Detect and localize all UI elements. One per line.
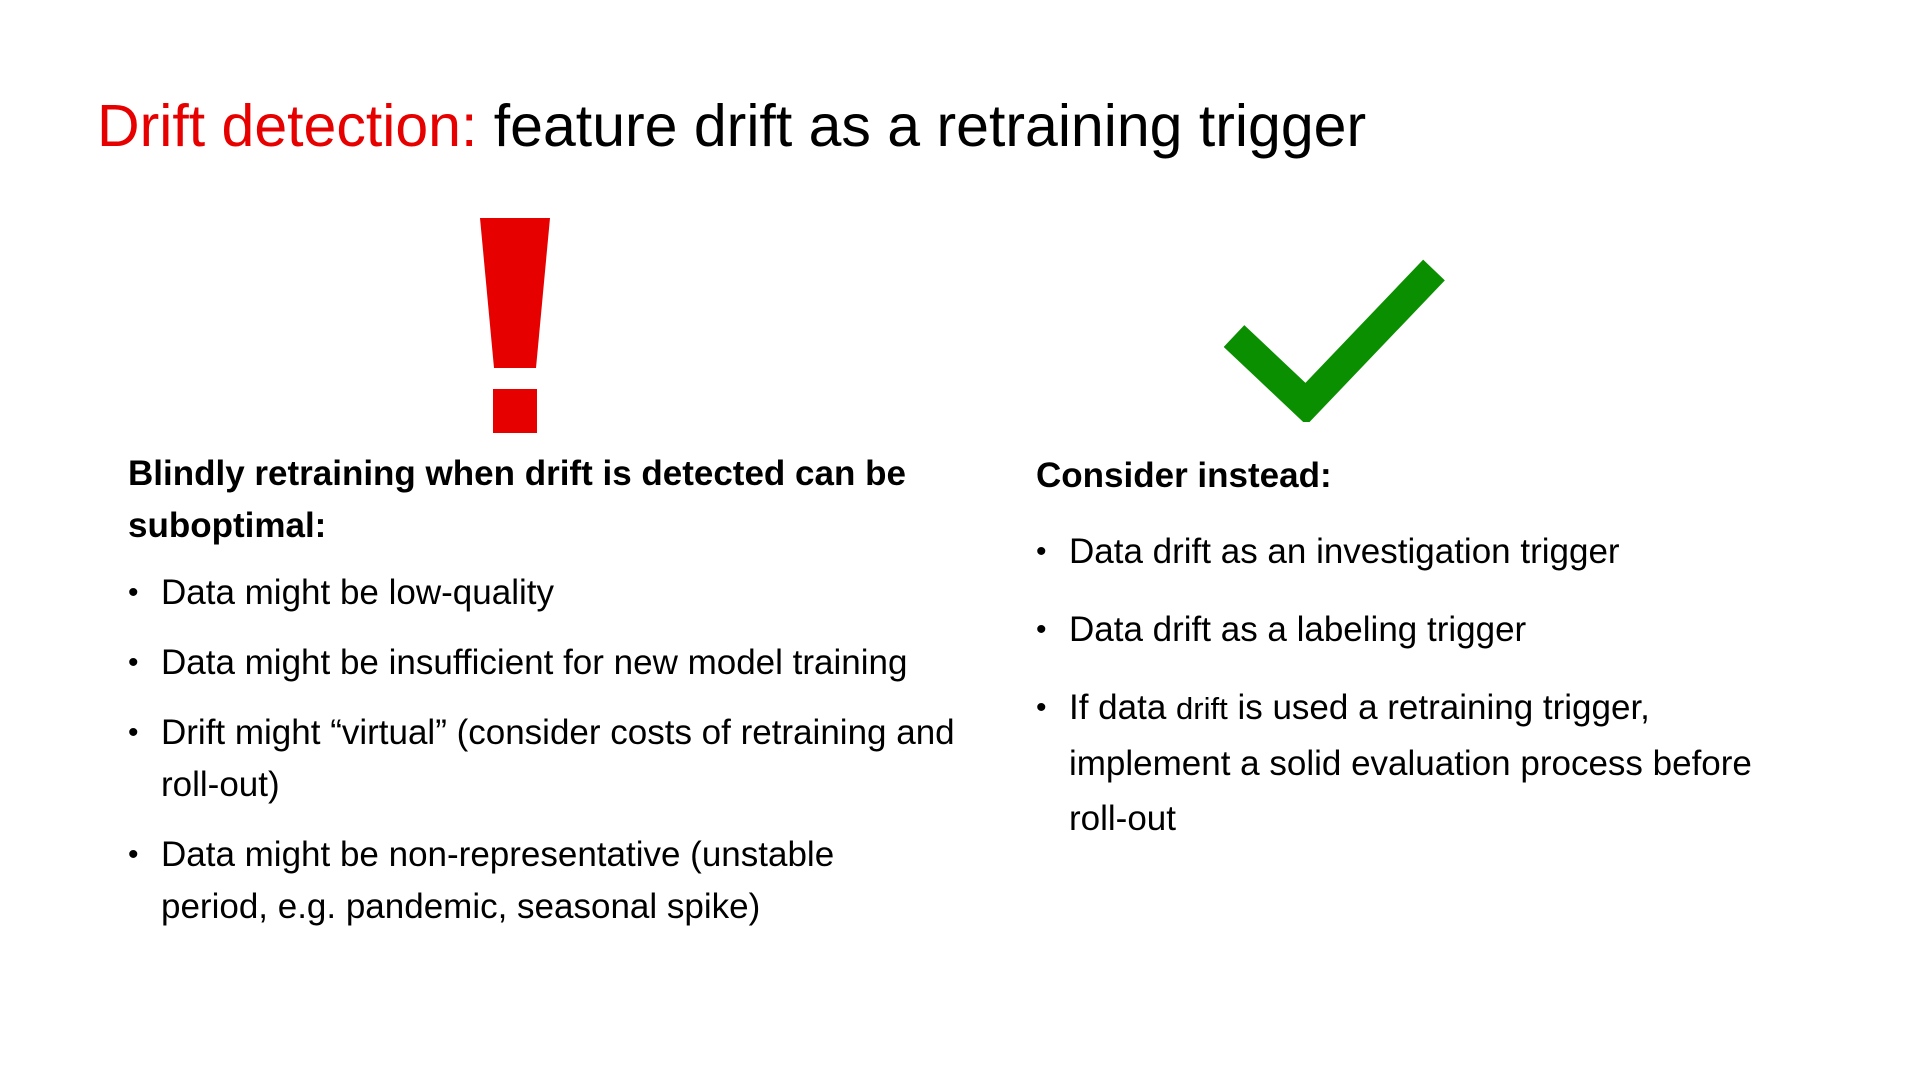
bullet-icon: • xyxy=(128,576,139,609)
list-item-text: Data might be non-representative (unstab… xyxy=(161,835,835,926)
list-item: • Data might be insufficient for new mode… xyxy=(128,637,988,689)
slide: Drift detection: feature drift as a retr… xyxy=(0,0,1919,1080)
slide-title: Drift detection: feature drift as a retr… xyxy=(97,90,1366,162)
exclamation-bar xyxy=(480,218,550,368)
bullet-icon: • xyxy=(128,716,139,749)
slide-title-rest: feature drift as a retraining trigger xyxy=(477,93,1367,159)
list-item: • Data drift as a labeling trigger xyxy=(1036,602,1796,657)
left-column: Blindly retraining when drift is detecte… xyxy=(128,448,988,951)
checkmark-icon xyxy=(1224,259,1445,422)
list-item: • Data might be low-quality xyxy=(128,567,988,619)
bullet-icon: • xyxy=(1036,691,1047,724)
right-column: Consider instead: • Data drift as an inve… xyxy=(1036,450,1796,869)
checkmark-stroke xyxy=(1224,259,1445,422)
bullet-icon: • xyxy=(1036,613,1047,646)
right-heading: Consider instead: xyxy=(1036,456,1332,495)
list-item-text: Data might be insufficient for new model… xyxy=(161,643,908,682)
exclamation-dot xyxy=(493,389,537,433)
list-item: • Drift might “virtual” (consider costs o… xyxy=(128,707,961,811)
list-item-text-start: If data xyxy=(1069,688,1177,727)
list-item-text: If data drift is used a retraining trigg… xyxy=(1069,688,1752,838)
list-item: • Data might be non-representative (unsta… xyxy=(128,829,941,933)
list-item-text: Data drift as a labeling trigger xyxy=(1069,610,1527,649)
list-item: • Data drift as an investigation trigger xyxy=(1036,524,1796,579)
bullet-icon: • xyxy=(128,838,139,871)
exclamation-icon xyxy=(480,218,550,433)
slide-title-accent: Drift detection: xyxy=(97,93,478,159)
list-item-text: Drift might “virtual” (consider costs of… xyxy=(161,713,955,804)
bullet-icon: • xyxy=(128,646,139,679)
list-item-text-small: drift xyxy=(1176,691,1228,726)
left-heading: Blindly retraining when drift is detecte… xyxy=(128,454,906,545)
right-bullet-list: • Data drift as an investigation trigger … xyxy=(1036,524,1796,846)
left-bullet-list: • Data might be low-quality • Data might b… xyxy=(128,567,988,933)
list-item-text: Data drift as an investigation trigger xyxy=(1069,532,1620,571)
bullet-icon: • xyxy=(1036,535,1047,568)
list-item-text: Data might be low-quality xyxy=(161,573,554,612)
list-item: • If data drift is used a retraining trig… xyxy=(1036,680,1769,846)
